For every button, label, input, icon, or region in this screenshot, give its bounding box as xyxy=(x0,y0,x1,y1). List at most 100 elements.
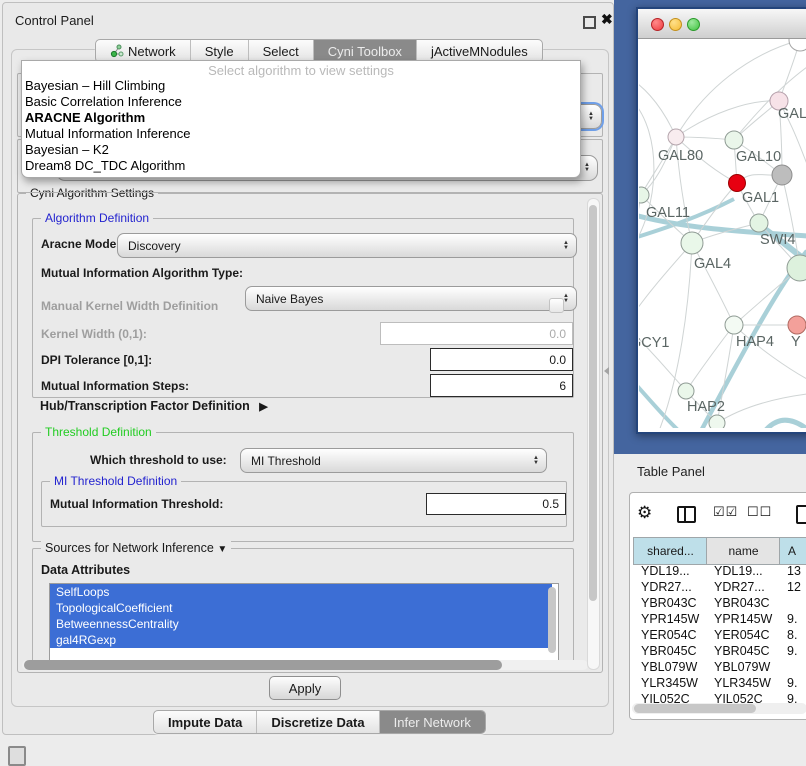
table-cell[interactable]: YBR045C xyxy=(633,643,714,659)
dropdown-item[interactable]: Mutual Information Inference xyxy=(22,126,580,142)
network-view-window[interactable]: GALGAL80GAL10GAL1GAL11GAL4SWI4GCY1HAP4YH… xyxy=(636,7,806,434)
sources-title[interactable]: Sources for Network Inference ▼ xyxy=(41,541,231,555)
minimized-panel-icon[interactable] xyxy=(8,746,26,766)
import-table-icon[interactable] xyxy=(796,505,806,524)
table-cell[interactable]: 9. xyxy=(779,691,806,703)
apply-button[interactable]: Apply xyxy=(269,676,341,700)
select-all-columns-icon[interactable]: ☑☑ xyxy=(713,504,738,520)
tab-jactivemnodules[interactable]: jActiveMNodules xyxy=(417,40,542,62)
attribute-item[interactable]: gal4RGexp xyxy=(50,632,552,648)
network-edge[interactable] xyxy=(639,195,641,254)
mi-type-combobox[interactable]: Naive Bayes ▲▼ xyxy=(245,286,577,311)
table-cell[interactable]: 9. xyxy=(779,611,806,627)
network-node-gal80[interactable] xyxy=(668,129,684,145)
list-scrollbar-thumb[interactable] xyxy=(548,587,556,653)
network-node-hap4[interactable] xyxy=(725,316,743,334)
gear-icon[interactable]: ⚙ xyxy=(637,503,652,523)
table-cell[interactable]: YDL19... xyxy=(633,563,714,579)
deselect-all-columns-icon[interactable]: ☐☐ xyxy=(747,504,772,520)
settings-vscrollbar-thumb[interactable] xyxy=(589,205,597,601)
network-edge[interactable] xyxy=(782,175,800,268)
network-node[interactable] xyxy=(709,415,725,428)
table-cell[interactable] xyxy=(779,595,806,611)
network-edge[interactable] xyxy=(765,420,806,428)
dropdown-item[interactable]: Dream8 DC_TDC Algorithm xyxy=(22,158,580,174)
network-node-hap2[interactable] xyxy=(678,383,694,399)
table-cell[interactable]: YIL052C xyxy=(706,691,787,703)
network-edge[interactable] xyxy=(639,243,692,325)
splitpane-collapse-icon[interactable] xyxy=(604,367,609,375)
attribute-item[interactable]: SelfLoops xyxy=(50,584,552,600)
network-node-gal4[interactable] xyxy=(681,232,703,254)
dpi-tolerance-field[interactable]: 0.0 xyxy=(430,348,573,371)
table-hscrollbar-thumb[interactable] xyxy=(634,704,756,713)
network-node-gal11[interactable] xyxy=(639,187,649,203)
table-cell[interactable]: 9. xyxy=(779,675,806,691)
hub-definition-toggle[interactable]: Hub/Transcription Factor Definition ▶ xyxy=(40,399,268,413)
table-cell[interactable] xyxy=(779,659,806,675)
tab-infer-network[interactable]: Infer Network xyxy=(380,711,485,733)
column-header-shared-name[interactable]: shared... xyxy=(633,537,708,565)
table-cell[interactable]: YIL052C xyxy=(633,691,714,703)
tab-impute-data[interactable]: Impute Data xyxy=(154,711,257,733)
table-cell[interactable]: 8. xyxy=(779,627,806,643)
columns-icon[interactable] xyxy=(677,506,696,523)
mi-steps-field[interactable]: 6 xyxy=(430,374,573,397)
data-attributes-list[interactable]: SelfLoops TopologicalCoefficient Between… xyxy=(49,583,559,663)
settings-hscrollbar-thumb[interactable] xyxy=(24,660,502,670)
tab-cyni-toolbox[interactable]: Cyni Toolbox xyxy=(314,40,417,62)
table-cell[interactable]: 13 xyxy=(779,563,806,579)
dropdown-item-aracne[interactable]: ARACNE Algorithm xyxy=(22,110,580,126)
settings-hscrollbar[interactable] xyxy=(22,660,588,670)
network-node-gal1[interactable] xyxy=(750,214,768,232)
table-cell[interactable]: YBL079W xyxy=(706,659,787,675)
network-node-y[interactable] xyxy=(788,316,806,334)
tab-network[interactable]: Network xyxy=(96,40,191,62)
table-cell[interactable]: YLR345W xyxy=(633,675,714,691)
table-cell[interactable]: 9. xyxy=(779,643,806,659)
network-edge[interactable] xyxy=(639,79,676,137)
table-cell[interactable]: YER054C xyxy=(633,627,714,643)
table-cell[interactable]: YBR045C xyxy=(706,643,787,659)
attribute-item[interactable]: BetweennessCentrality xyxy=(50,616,552,632)
dropdown-item[interactable]: Bayesian – K2 xyxy=(22,142,580,158)
close-panel-icon[interactable]: ✖ xyxy=(601,11,613,28)
table-cell[interactable]: YPR145W xyxy=(633,611,714,627)
network-edge[interactable] xyxy=(717,394,806,423)
network-node[interactable] xyxy=(729,175,746,192)
tab-select[interactable]: Select xyxy=(249,40,314,62)
network-node[interactable] xyxy=(789,39,806,51)
kernel-width-field[interactable]: 0.0 xyxy=(380,322,573,345)
zoom-window-icon[interactable] xyxy=(687,18,700,31)
table-hscrollbar[interactable] xyxy=(632,703,806,714)
tab-discretize-data[interactable]: Discretize Data xyxy=(257,711,379,733)
column-header-name[interactable]: name xyxy=(706,537,781,565)
dropdown-item[interactable]: Basic Correlation Inference xyxy=(22,94,580,110)
table-cell[interactable]: YPR145W xyxy=(706,611,787,627)
tab-style[interactable]: Style xyxy=(191,40,249,62)
mi-threshold-field[interactable]: 0.5 xyxy=(426,493,566,515)
aracne-mode-combobox[interactable]: Discovery ▲▼ xyxy=(117,233,577,258)
settings-vscrollbar[interactable] xyxy=(587,198,600,670)
network-node-gal10[interactable] xyxy=(725,131,743,149)
network-node[interactable] xyxy=(772,165,792,185)
table-cell[interactable]: 12 xyxy=(779,579,806,595)
table-cell[interactable]: YBR043C xyxy=(706,595,787,611)
table-cell[interactable]: YER054C xyxy=(706,627,787,643)
table-cell[interactable]: YDR27... xyxy=(706,579,787,595)
attribute-item[interactable]: TopologicalCoefficient xyxy=(50,600,552,616)
table-cell[interactable]: YLR345W xyxy=(706,675,787,691)
table-cell[interactable]: YBR043C xyxy=(633,595,714,611)
table-cell[interactable]: YDR27... xyxy=(633,579,714,595)
close-window-icon[interactable] xyxy=(651,18,664,31)
table-cell[interactable]: YDL19... xyxy=(706,563,787,579)
column-header-avg[interactable]: A xyxy=(779,537,806,565)
dropdown-item[interactable]: Bayesian – Hill Climbing xyxy=(22,78,580,94)
network-canvas[interactable]: GALGAL80GAL10GAL1GAL11GAL4SWI4GCY1HAP4YH… xyxy=(639,39,806,428)
which-threshold-combobox[interactable]: MI Threshold ▲▼ xyxy=(240,448,547,473)
minimize-window-icon[interactable] xyxy=(669,18,682,31)
manual-kernel-checkbox[interactable] xyxy=(549,298,564,313)
network-edge[interactable] xyxy=(641,137,676,195)
float-window-icon[interactable] xyxy=(583,16,596,29)
table-cell[interactable]: YBL079W xyxy=(633,659,714,675)
